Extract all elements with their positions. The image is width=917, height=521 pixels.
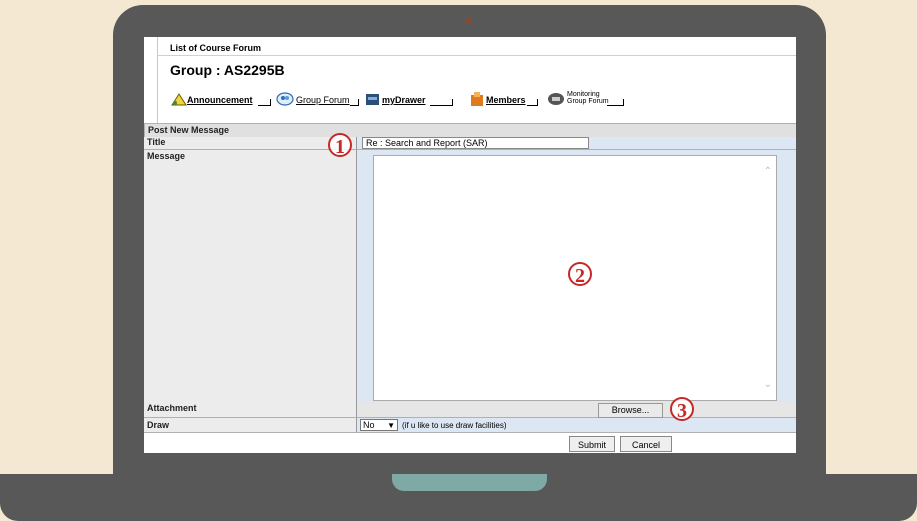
draw-label-cell: Draw [144, 418, 357, 433]
forum-header: List of Course Forum Group : AS2295B Ann… [157, 37, 796, 124]
title-label-cell: Title [144, 137, 357, 150]
nav-monitoring[interactable]: Monitoring Group Forum [547, 88, 631, 110]
section-title: Post New Message [148, 125, 230, 135]
tab-tail [350, 99, 359, 106]
drawer-icon [366, 94, 379, 105]
tab-tail [527, 99, 538, 106]
tab-tail [430, 99, 453, 106]
tab-tail [607, 99, 624, 106]
nav-mydrawer[interactable]: myDrawer [364, 88, 460, 110]
attachment-label-cell: Attachment [144, 402, 357, 418]
tab-tail [258, 99, 271, 106]
nav-label: myDrawer [382, 95, 426, 105]
draw-note: (if u like to use draw facilities) [402, 421, 507, 430]
draw-select-value: No [363, 420, 375, 430]
post-message-form: Post New Message Title Re : Search and R… [144, 123, 796, 453]
nav-label: Members [486, 95, 526, 105]
cancel-button[interactable]: Cancel [620, 436, 672, 452]
nav-group-forum[interactable]: Group Forum [276, 88, 362, 110]
group-forum-icon [276, 92, 294, 106]
annotation-badge-1: 1 [328, 133, 352, 158]
message-label-cell: Message [144, 150, 357, 403]
nav-members[interactable]: Members [469, 88, 541, 110]
annotation-badge-3: 3 [670, 397, 694, 422]
nav-announcement[interactable]: Announcement [170, 88, 272, 110]
chevron-down-icon: ▼ [387, 421, 395, 430]
nav-label: Group Forum [296, 95, 350, 105]
divider [158, 55, 796, 56]
breadcrumb[interactable]: List of Course Forum [170, 43, 261, 53]
browse-button[interactable]: Browse... [598, 403, 663, 418]
attachment-label: Attachment [147, 403, 197, 413]
monitoring-icon [548, 93, 564, 105]
members-icon [471, 92, 483, 106]
screen: List of Course Forum Group : AS2295B Ann… [144, 37, 796, 453]
section-header: Post New Message [144, 123, 796, 138]
message-label: Message [147, 151, 186, 161]
announcement-icon [171, 93, 187, 106]
title-label: Title [147, 137, 166, 147]
draw-label: Draw [147, 420, 170, 430]
draw-select[interactable]: No ▼ [360, 419, 398, 431]
scroll-up-icon[interactable]: ⌃ [764, 166, 772, 177]
trackpad-notch [392, 474, 547, 491]
nav-label: Announcement [187, 95, 253, 105]
page-title: Group : AS2295B [170, 62, 285, 78]
scroll-down-icon[interactable]: ⌄ [764, 379, 772, 390]
submit-button[interactable]: Submit [569, 436, 615, 452]
title-input[interactable]: Re : Search and Report (SAR) [362, 137, 589, 149]
annotation-badge-2: 2 [568, 262, 592, 287]
camera-dot [466, 18, 472, 24]
attachment-value-cell [357, 402, 796, 418]
